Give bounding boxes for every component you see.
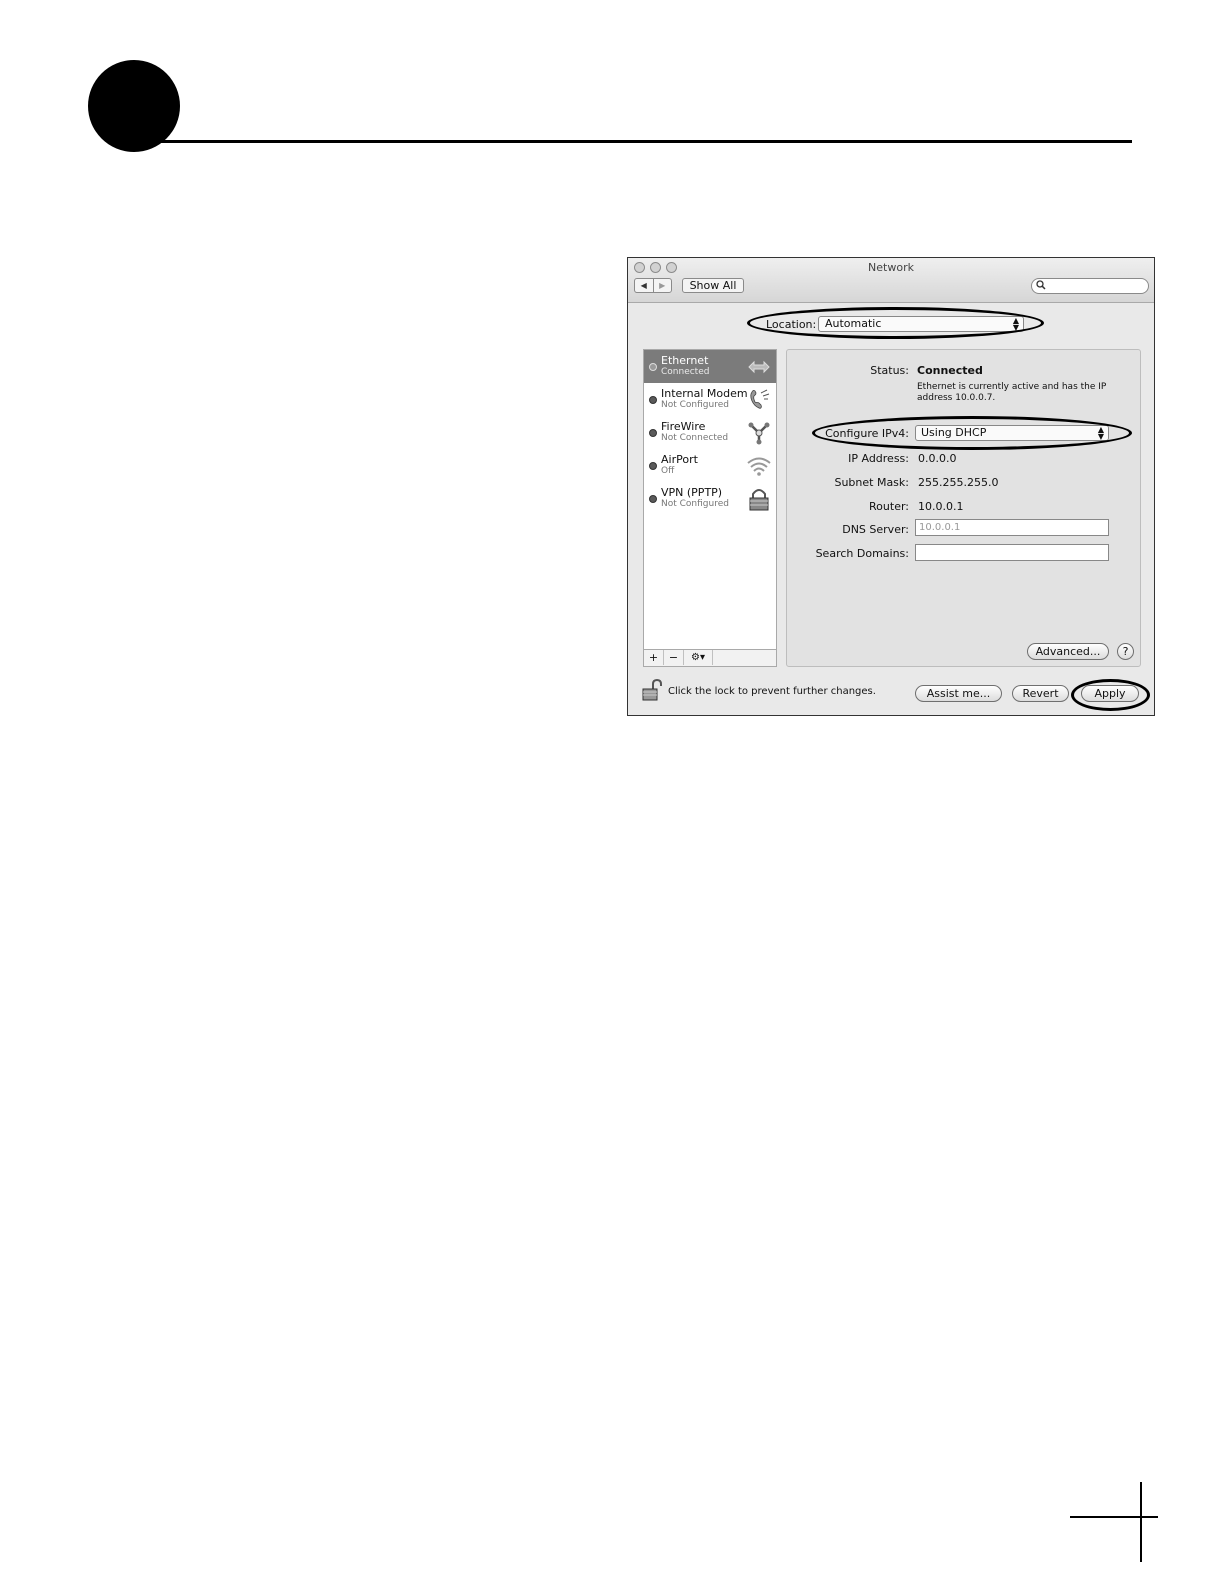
service-status: Not Configured	[661, 400, 729, 410]
back-arrow-icon[interactable]: ◀	[635, 279, 653, 292]
unlocked-padlock-icon[interactable]	[642, 679, 662, 701]
apply-button[interactable]: Apply	[1081, 685, 1139, 702]
help-button[interactable]: ?	[1117, 643, 1134, 660]
page-marker-circle	[88, 60, 180, 152]
service-list: Ethernet Connected Internal Modem Not Co…	[643, 349, 777, 667]
status-dot	[649, 429, 657, 437]
location-select[interactable]: Automatic ▲ ▼	[818, 316, 1024, 332]
status-label: Status:	[870, 364, 909, 377]
configure-ipv4-select[interactable]: Using DHCP ▲ ▼	[915, 425, 1109, 441]
add-service-button[interactable]: +	[644, 650, 664, 665]
service-item-firewire[interactable]: FireWire Not Connected	[644, 416, 776, 449]
location-row: Location: Automatic ▲ ▼	[628, 316, 1154, 334]
vpn-lock-icon	[749, 489, 769, 511]
dns-server-label: DNS Server:	[842, 523, 909, 536]
subnet-mask-value: 255.255.255.0	[918, 476, 999, 489]
service-status: Connected	[661, 367, 710, 377]
window-title: Network	[868, 261, 914, 274]
service-status: Not Configured	[661, 499, 729, 509]
lock-hint-text: Click the lock to prevent further change…	[668, 686, 876, 697]
router-value: 10.0.0.1	[918, 500, 964, 513]
configure-ipv4-value: Using DHCP	[921, 426, 987, 439]
router-label: Router:	[869, 500, 909, 513]
revert-button[interactable]: Revert	[1012, 685, 1069, 702]
subnet-mask-label: Subnet Mask:	[834, 476, 909, 489]
service-status: Not Connected	[661, 433, 729, 443]
service-item-airport[interactable]: AirPort Off	[644, 449, 776, 482]
dns-server-field[interactable]: 10.0.0.1	[915, 519, 1109, 536]
chevron-updown-icon: ▲ ▼	[1097, 425, 1104, 441]
crop-mark-vertical	[1140, 1482, 1142, 1562]
chevron-updown-icon: ▲ ▼	[1012, 316, 1019, 332]
status-dot	[649, 462, 657, 470]
service-list-controls: + − ⚙▾	[644, 649, 776, 666]
gear-icon[interactable]: ⚙▾	[684, 650, 713, 665]
search-icon	[1036, 280, 1046, 290]
status-value: Connected	[917, 364, 983, 377]
status-dot	[649, 495, 657, 503]
status-dot	[649, 363, 657, 371]
ip-address-label: IP Address:	[848, 452, 909, 465]
service-name: FireWire	[661, 420, 706, 433]
service-name: Internal Modem	[661, 387, 748, 400]
wifi-icon	[747, 457, 771, 476]
advanced-button[interactable]: Advanced...	[1027, 643, 1109, 660]
firewire-icon	[748, 422, 770, 445]
ethernet-icon	[748, 360, 770, 374]
forward-arrow-icon[interactable]: ▶	[652, 279, 672, 292]
search-domains-label: Search Domains:	[815, 547, 909, 560]
crop-mark-horizontal	[1070, 1516, 1158, 1518]
show-all-button[interactable]: Show All	[682, 278, 744, 293]
remove-service-button[interactable]: −	[664, 650, 684, 665]
ip-address-value: 0.0.0.0	[918, 452, 957, 465]
search-input[interactable]	[1031, 278, 1149, 294]
title-bar: Network ◀ ▶ Show All	[628, 258, 1154, 303]
network-preferences-window: Network ◀ ▶ Show All Location: Automatic…	[627, 257, 1155, 716]
configure-ipv4-label: Configure IPv4:	[825, 427, 909, 440]
service-details-panel: Status: Connected Ethernet is currently …	[786, 349, 1141, 667]
assist-me-button[interactable]: Assist me...	[915, 685, 1002, 702]
modem-phone-icon	[750, 389, 770, 409]
service-name: Ethernet	[661, 354, 709, 367]
location-label: Location:	[766, 318, 817, 331]
header-rule	[134, 140, 1132, 143]
location-value: Automatic	[825, 317, 882, 330]
service-item-ethernet[interactable]: Ethernet Connected	[644, 350, 776, 383]
service-name: AirPort	[661, 453, 698, 466]
service-item-vpn[interactable]: VPN (PPTP) Not Configured	[644, 482, 776, 515]
status-dot	[649, 396, 657, 404]
history-nav: ◀ ▶	[634, 278, 672, 293]
service-name: VPN (PPTP)	[661, 486, 723, 499]
service-item-internal-modem[interactable]: Internal Modem Not Configured	[644, 383, 776, 416]
service-status: Off	[661, 466, 675, 476]
search-domains-field[interactable]	[915, 544, 1109, 561]
status-description: Ethernet is currently active and has the…	[917, 382, 1107, 403]
